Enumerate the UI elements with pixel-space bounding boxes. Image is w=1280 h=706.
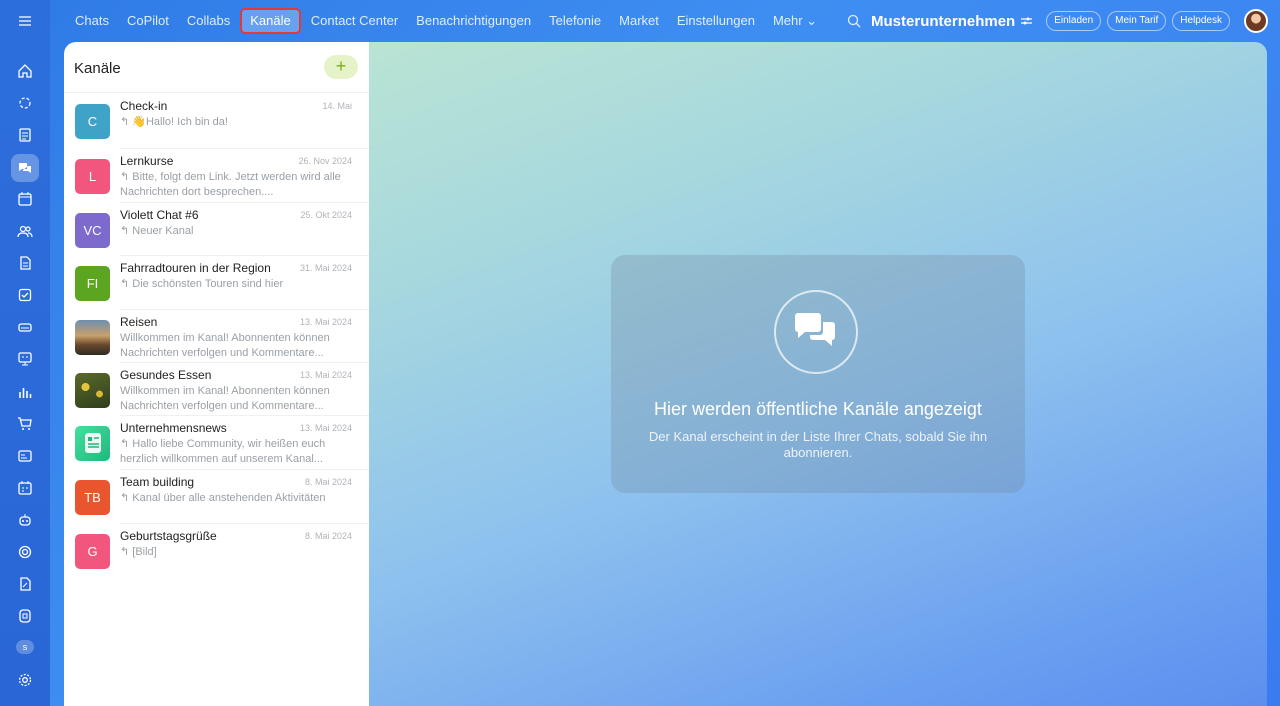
user-avatar[interactable] (1244, 9, 1268, 33)
company-name[interactable]: Musterunternehmen (871, 13, 1015, 30)
crm-icon[interactable] (11, 345, 39, 373)
add-channel-button[interactable]: + (324, 55, 358, 79)
channel-last-message: ↰ Bitte, folgt dem Link. Jetzt werden wi… (120, 171, 341, 198)
channel-last-message: Willkommen im Kanal! Abonnenten können N… (120, 385, 330, 412)
search-icon[interactable] (847, 14, 861, 28)
user-badge[interactable]: s (16, 640, 34, 654)
channel-avatar: C (75, 104, 110, 139)
channel-last-message: ↰ [Bild] (120, 546, 157, 558)
channel-item[interactable]: Unternehmensnews 13. Mai 2024 ↰ Hallo li… (64, 415, 369, 468)
top-bar: Chats CoPilot Collabs Kanäle Contact Cen… (50, 0, 1280, 42)
tasks-icon[interactable] (11, 281, 39, 309)
tariff-button[interactable]: Mein Tarif (1107, 11, 1167, 31)
channel-item[interactable]: L Lernkurse 26. Nov 2024 ↰ Bitte, folgt … (64, 148, 369, 201)
channel-item[interactable]: G Geburtstagsgrüße 8. Mai 2024 ↰ [Bild] (64, 523, 369, 576)
channel-date: 26. Nov 2024 (298, 156, 352, 166)
channel-title: Check-in (120, 99, 168, 113)
channel-date: 8. Mai 2024 (304, 477, 352, 487)
channel-date: 13. Mai 2024 (299, 423, 352, 433)
channel-item[interactable]: FI Fahrradtouren in der Region 31. Mai 2… (64, 255, 369, 308)
panel-header: Kanäle + (64, 42, 369, 93)
channel-title: Team building (120, 475, 195, 489)
feed-icon[interactable] (11, 121, 39, 149)
company-settings-icon[interactable] (1021, 16, 1033, 26)
nav-contact-center[interactable]: Contact Center (302, 9, 407, 33)
analytics-icon[interactable] (11, 378, 39, 406)
channel-title: Gesundes Essen (120, 368, 212, 382)
channel-item[interactable]: Reisen 13. Mai 2024 Willkommen im Kanal!… (64, 309, 369, 362)
channel-last-message: ↰ Die schönsten Touren sind hier (120, 278, 284, 290)
booking-icon[interactable] (11, 474, 39, 502)
channel-date: 31. Mai 2024 (299, 263, 352, 273)
channel-avatar: G (75, 534, 110, 569)
channel-title: Unternehmensnews (120, 421, 227, 435)
contacts-icon[interactable] (11, 442, 39, 470)
empty-state-title: Hier werden öffentliche Kanäle angezeigt (654, 399, 982, 419)
channel-avatar: FI (75, 266, 110, 301)
shop-icon[interactable] (11, 410, 39, 438)
channel-photo-avatar (75, 320, 110, 355)
channel-item[interactable]: Gesundes Essen 13. Mai 2024 Willkommen i… (64, 362, 369, 415)
nav-telefonie[interactable]: Telefonie (540, 9, 610, 33)
channel-avatar: TB (75, 480, 110, 515)
channel-title: Geburtstagsgrüße (120, 529, 217, 543)
channel-last-message: ↰ Neuer Kanal (120, 225, 194, 237)
drive-icon[interactable] (11, 313, 39, 341)
copilot-icon[interactable] (11, 89, 39, 117)
channel-photo-avatar (75, 373, 110, 408)
nav-chats[interactable]: Chats (66, 9, 118, 33)
channel-title: Lernkurse (120, 154, 174, 168)
settings-icon[interactable] (11, 666, 39, 694)
nav-kanaele[interactable]: Kanäle (240, 8, 301, 34)
chat-main-area: Hier werden öffentliche Kanäle angezeigt… (369, 42, 1267, 706)
team-icon[interactable] (11, 217, 39, 245)
panel-title: Kanäle (74, 60, 121, 77)
channel-last-message: ↰ 👋Hallo! Ich bin da! (120, 116, 228, 128)
channel-item[interactable]: TB Team building 8. Mai 2024 ↰ Kanal übe… (64, 469, 369, 522)
invite-button[interactable]: Einladen (1046, 11, 1102, 31)
channel-date: 25. Okt 2024 (300, 210, 352, 220)
knowledge-icon[interactable] (11, 602, 39, 630)
channel-title: Fahrradtouren in der Region (120, 261, 271, 275)
channel-date: 13. Mai 2024 (299, 317, 352, 327)
sign-icon[interactable] (11, 570, 39, 598)
left-rail: s (0, 0, 50, 706)
empty-state-subtitle: Der Kanal erscheint in der Liste Ihrer C… (648, 429, 988, 460)
add-channel-icon: + (335, 56, 347, 76)
header-tools: Musterunternehmen Einladen Mein Tarif He… (847, 0, 1268, 42)
channel-last-message: ↰ Hallo liebe Community, wir heißen euch… (120, 438, 326, 465)
channel-list-panel: Kanäle + C Check-in 14. Mai ↰ 👋Hallo! Ic… (64, 42, 369, 706)
robot-icon[interactable] (11, 506, 39, 534)
chat-bubbles-icon (774, 290, 858, 374)
menu-icon[interactable] (11, 7, 39, 35)
goals-icon[interactable] (11, 538, 39, 566)
channel-date: 13. Mai 2024 (299, 370, 352, 380)
channel-title: Violett Chat #6 (120, 208, 199, 222)
home-icon[interactable] (11, 57, 39, 85)
channel-date: 14. Mai (322, 101, 352, 111)
nav-einstellungen[interactable]: Einstellungen (668, 9, 764, 33)
empty-state-card: Hier werden öffentliche Kanäle angezeigt… (611, 255, 1025, 493)
nav-collabs[interactable]: Collabs (178, 9, 239, 33)
nav-copilot[interactable]: CoPilot (118, 9, 178, 33)
channel-title: Reisen (120, 315, 158, 329)
channel-avatar: L (75, 159, 110, 194)
channel-item[interactable]: VC Violett Chat #6 25. Okt 2024 ↰ Neuer … (64, 202, 369, 255)
channel-last-message: Willkommen im Kanal! Abonnenten können N… (120, 332, 330, 359)
channel-item[interactable]: C Check-in 14. Mai ↰ 👋Hallo! Ich bin da! (64, 93, 369, 146)
chat-icon[interactable] (11, 154, 39, 182)
nav-market[interactable]: Market (610, 9, 668, 33)
nav-more[interactable]: Mehr ⌄ (764, 9, 826, 33)
nav-benachrichtigungen[interactable]: Benachrichtigungen (407, 9, 540, 33)
docs-icon[interactable] (11, 249, 39, 277)
channel-date: 8. Mai 2024 (304, 531, 352, 541)
channel-avatar: VC (75, 213, 110, 248)
calendar-icon[interactable] (11, 185, 39, 213)
helpdesk-button[interactable]: Helpdesk (1172, 11, 1230, 31)
news-icon (75, 426, 110, 461)
channel-last-message: ↰ Kanal über alle anstehenden Aktivitäte… (120, 492, 326, 504)
top-nav: Chats CoPilot Collabs Kanäle Contact Cen… (66, 0, 826, 42)
